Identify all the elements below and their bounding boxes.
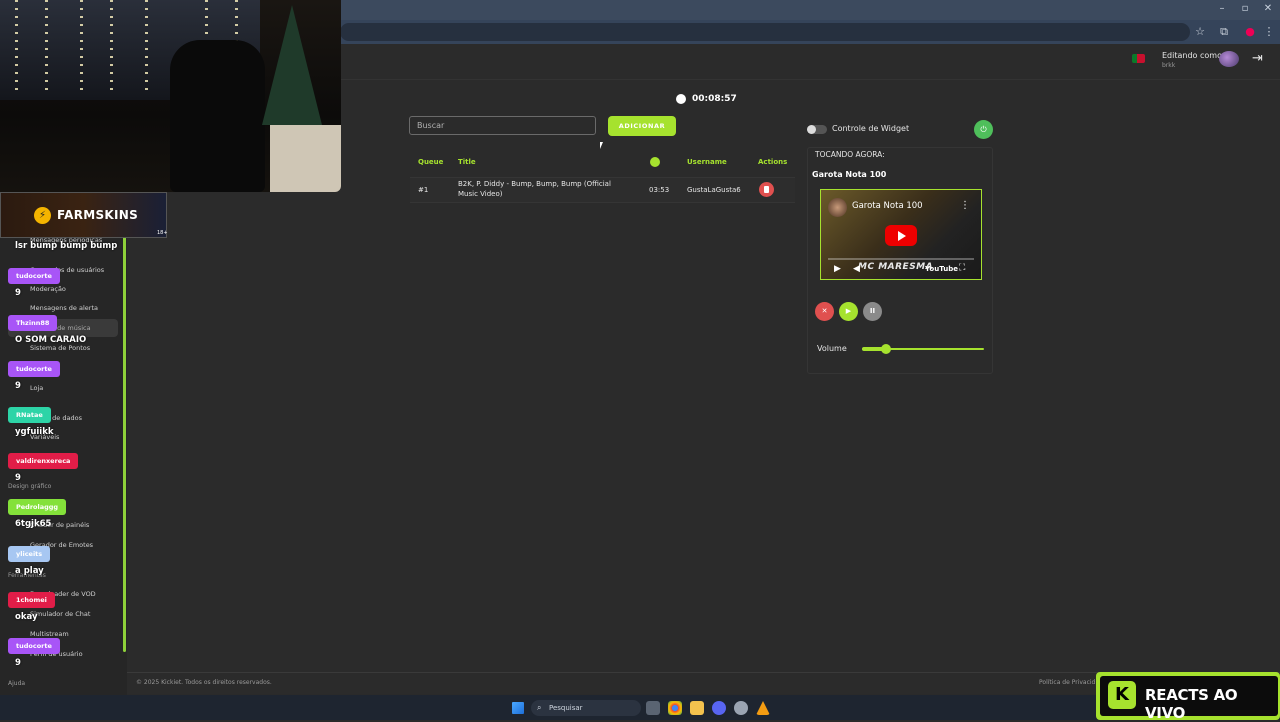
video-play-icon[interactable]: ▶ (834, 264, 841, 274)
widget-control-toggle[interactable] (807, 125, 827, 134)
sponsor-name: FARMSKINS (57, 208, 139, 222)
kick-logo-icon: K (1108, 681, 1136, 709)
address-bar[interactable] (340, 23, 1190, 41)
editing-as-label: Editando como (1162, 51, 1222, 60)
chat-username: valdirenxereca (8, 453, 79, 469)
widget-control-label: Controle de Widget (832, 124, 910, 133)
chat-message: okay (15, 612, 38, 622)
reacts-text: REACTS AO VIVO (1145, 686, 1238, 722)
sidebar-item-moderation[interactable]: Moderação (30, 285, 66, 293)
chat-username: tudocorte (8, 361, 60, 377)
profile-icon[interactable]: ● (1242, 25, 1258, 38)
sidebar-section-help[interactable]: Ajuda (8, 680, 25, 687)
editing-username: brkk (1162, 62, 1176, 69)
minimize-button[interactable]: – (1211, 3, 1233, 14)
chat-message: O SOM CARAIO (15, 335, 87, 345)
column-header-actions: Actions (758, 158, 788, 166)
search-input[interactable] (409, 116, 596, 135)
chat-message: ygfuiikk (15, 427, 54, 437)
queue-timer: 00:08:57 (692, 94, 737, 104)
discord-icon[interactable] (712, 701, 726, 715)
channel-avatar[interactable] (828, 198, 847, 217)
file-explorer-icon[interactable] (690, 701, 704, 715)
delete-button[interactable] (759, 182, 774, 197)
fullscreen-icon[interactable]: ⛶ (959, 263, 965, 273)
add-button[interactable]: ADICIONAR (608, 116, 676, 136)
column-header-queue: Queue (418, 158, 444, 166)
duration-clock-icon (650, 157, 660, 167)
clock-icon (676, 94, 686, 104)
chat-message: 9 (15, 473, 21, 483)
song-duration: 03:53 (649, 186, 670, 194)
chat-username: tudocorte (8, 638, 60, 654)
video-volume-icon[interactable]: ◀ (853, 264, 860, 274)
play-button[interactable]: ▶ (839, 302, 858, 321)
chat-message: 9 (15, 658, 21, 668)
chat-username: yliceits (8, 546, 51, 562)
age-rating: 18+ (157, 230, 168, 236)
video-thumbnail-text: MC MARESMA (858, 262, 934, 272)
chat-username: Pedrolaggg (8, 499, 67, 515)
sidebar-item-alert-messages[interactable]: Mensagens de alerta (30, 304, 98, 312)
bookmark-star-icon[interactable]: ☆ (1192, 25, 1208, 38)
youtube-logo[interactable]: YouTube (925, 265, 958, 273)
volume-label: Volume (817, 344, 847, 353)
chat-username: 1chomei (8, 592, 55, 608)
requester-username: GustaLaGusta6 (687, 186, 741, 194)
sidebar-item-store[interactable]: Loja (30, 384, 43, 392)
column-header-username: Username (687, 158, 727, 166)
video-progress-bar[interactable] (828, 258, 974, 260)
chat-message: a play (15, 566, 44, 576)
sidebar-section-design: Design gráfico (8, 483, 52, 490)
song-title: B2K, P. Diddy - Bump, Bump, Bump (Offici… (458, 180, 611, 188)
windows-start-icon[interactable] (512, 702, 524, 714)
browser-menu-icon[interactable]: ⋮ (1261, 25, 1277, 38)
pause-button[interactable]: II (863, 302, 882, 321)
mouse-cursor (600, 142, 603, 149)
sidebar-item-chat-simulator[interactable]: Simulador de Chat (30, 610, 90, 618)
avatar[interactable] (1219, 51, 1239, 67)
now-playing-title: Garota Nota 100 (812, 170, 887, 179)
chat-message: 9 (15, 381, 21, 391)
extensions-icon[interactable]: ⧉ (1216, 25, 1232, 39)
footer-copyright: © 2025 Kickiet. Todos os direitos reserv… (136, 679, 272, 686)
privacy-link[interactable]: Política de Privacid (1039, 679, 1095, 686)
close-window-button[interactable]: ✕ (1257, 3, 1279, 14)
video-title[interactable]: Garota Nota 100 (852, 201, 923, 211)
sidebar-item-points[interactable]: Sistema de Pontos (30, 344, 90, 352)
language-flag-icon[interactable] (1132, 54, 1145, 63)
search-icon: ⌕ (537, 703, 542, 712)
chat-message: lsr bump bump bump (15, 241, 118, 251)
song-title-cont: Music Video) (458, 190, 503, 198)
chat-message: 9 (15, 288, 21, 298)
chat-username: RNatae (8, 407, 51, 423)
chat-username: Thzinn88 (8, 315, 58, 331)
chrome-icon[interactable] (668, 701, 682, 715)
queue-position: #1 (418, 186, 429, 194)
chat-message: 6tgjk65 (15, 519, 52, 529)
chat-username: tudocorte (8, 268, 60, 284)
farmskins-logo-icon: ⚡ (34, 207, 51, 224)
obs-icon[interactable] (734, 701, 748, 715)
now-playing-label: TOCANDO AGORA: (815, 150, 885, 159)
volume-thumb[interactable] (881, 344, 891, 354)
video-menu-icon[interactable]: ⋮ (960, 200, 970, 211)
power-button[interactable]: ⏻ (974, 120, 993, 139)
skip-button[interactable]: ✕ (815, 302, 834, 321)
sidebar-item-multistream[interactable]: Multistream (30, 630, 69, 638)
webcam-feed (0, 0, 341, 192)
column-header-title: Title (458, 158, 476, 166)
maximize-button[interactable]: ▫ (1234, 3, 1256, 14)
logout-icon[interactable]: ⇥ (1252, 51, 1263, 66)
youtube-play-button[interactable] (885, 225, 917, 246)
task-view-icon[interactable] (646, 701, 660, 715)
sidebar-scrollbar[interactable] (123, 236, 126, 652)
taskbar-search[interactable]: Pesquisar (531, 700, 641, 716)
